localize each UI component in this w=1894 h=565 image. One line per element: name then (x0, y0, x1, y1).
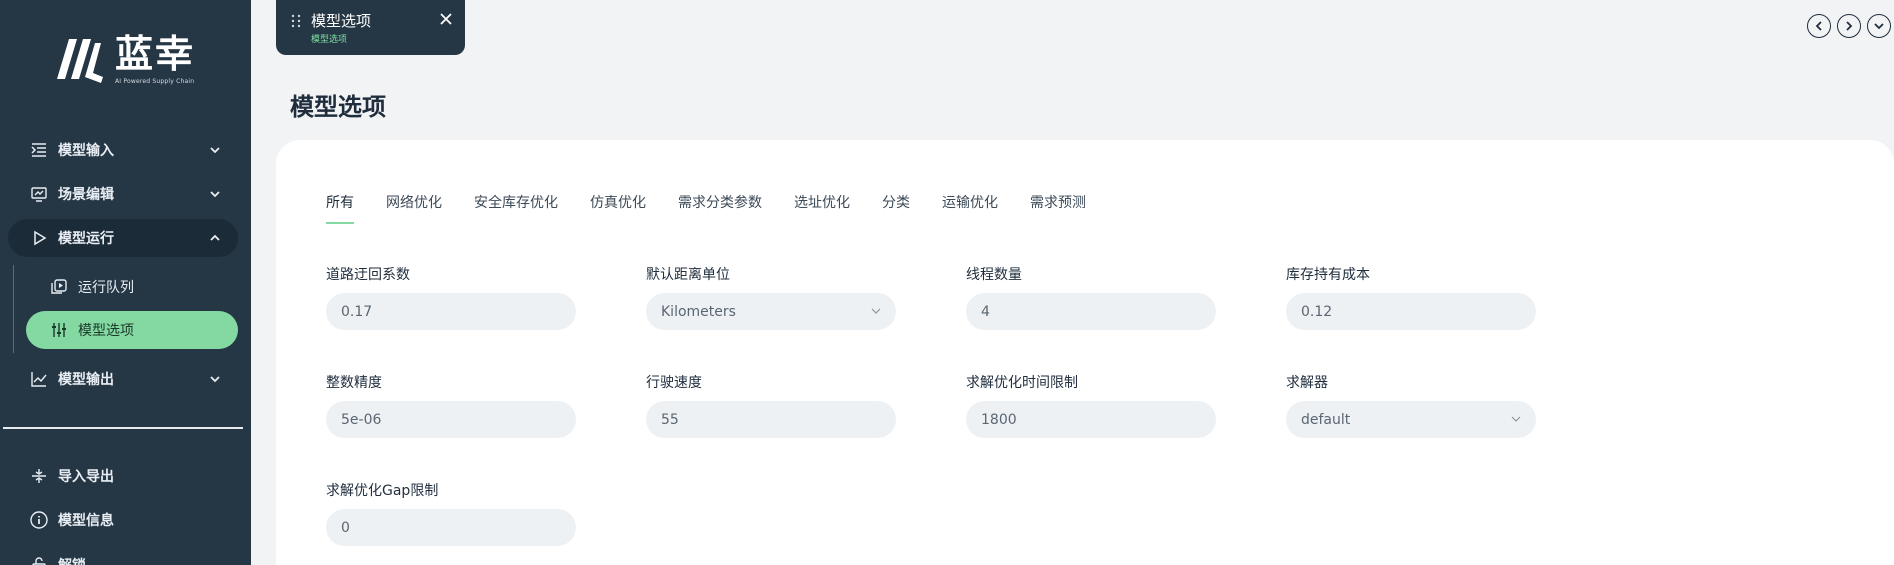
solve-gap-limit-input[interactable]: 0 (326, 509, 576, 546)
field-label: 道路迂回系数 (326, 267, 410, 283)
monitor-chart-icon (30, 185, 48, 203)
tab-safety-stock-optimization[interactable]: 安全库存优化 (474, 192, 558, 212)
page-title: 模型选项 (290, 93, 386, 121)
sidebar-subitem-label: 运行队列 (78, 280, 134, 296)
field-value: 5e-06 (341, 411, 382, 428)
close-icon[interactable] (438, 11, 454, 27)
sidebar-subitem-run-queue[interactable]: 运行队列 (26, 268, 238, 306)
sidebar-item-model-output[interactable]: 模型输出 (8, 360, 238, 398)
options-card: 所有 网络优化 安全库存优化 仿真优化 需求分类参数 选址优化 分类 运输优化 … (276, 140, 1894, 565)
tab-demand-forecast[interactable]: 需求预测 (1030, 192, 1086, 212)
field-thread-count: 线程数量 4 (966, 264, 1216, 330)
chevron-down-icon (1511, 416, 1521, 422)
sidebar-item-model-info[interactable]: 模型信息 (8, 501, 238, 539)
field-value: default (1301, 411, 1351, 428)
sidebar-item-label: 场景编辑 (58, 187, 114, 203)
sidebar-item-label: 导入导出 (58, 469, 114, 485)
sidebar-item-label: 解锁 (58, 555, 86, 565)
solver-select[interactable]: default (1286, 401, 1536, 438)
field-inventory-holding-cost: 库存持有成本 0.12 (1286, 264, 1536, 330)
list-indent-icon (30, 141, 48, 159)
field-label: 库存持有成本 (1286, 267, 1370, 283)
scroll-right-button[interactable] (1837, 14, 1861, 38)
field-value: 55 (661, 411, 679, 428)
chevron-down-icon (210, 191, 220, 198)
field-value: 4 (981, 303, 990, 320)
field-label: 求解优化时间限制 (966, 375, 1078, 391)
chevron-up-icon (210, 234, 220, 241)
tab-network-optimization[interactable]: 网络优化 (386, 192, 442, 212)
field-travel-speed: 行驶速度 55 (646, 372, 896, 438)
scroll-left-button[interactable] (1807, 14, 1831, 38)
chevron-left-icon (1815, 21, 1822, 31)
field-label: 行驶速度 (646, 375, 702, 391)
import-export-icon (30, 467, 48, 485)
field-road-circuity-factor: 道路迂回系数 0.17 (326, 264, 576, 330)
chevron-down-icon (1874, 23, 1884, 30)
line-chart-icon (30, 370, 48, 388)
sidebar-item-unlock[interactable]: 解锁 (8, 546, 238, 565)
sidebar-item-label: 模型信息 (58, 513, 114, 529)
chevron-down-icon (210, 376, 220, 383)
inventory-holding-cost-input[interactable]: 0.12 (1286, 293, 1536, 330)
field-solve-time-limit: 求解优化时间限制 1800 (966, 372, 1216, 438)
chevron-right-icon (1846, 21, 1853, 31)
field-value: 0.12 (1301, 303, 1333, 320)
brand-name: 蓝幸 (115, 31, 196, 76)
field-solve-gap-limit: 求解优化Gap限制 0 (326, 480, 576, 546)
sidebar-item-label: 模型运行 (58, 231, 114, 247)
sidebar-item-model-run[interactable]: 模型运行 (8, 219, 238, 257)
sidebar-subitem-model-options[interactable]: 模型选项 (26, 311, 238, 349)
field-value: Kilometers (661, 303, 736, 320)
tab-demand-classification-params[interactable]: 需求分类参数 (678, 192, 762, 212)
info-icon (30, 511, 48, 529)
submenu-guide-line (13, 265, 14, 353)
field-label: 线程数量 (966, 267, 1022, 283)
sidebar-subitem-label: 模型选项 (78, 323, 134, 339)
road-circuity-factor-input[interactable]: 0.17 (326, 293, 576, 330)
field-label: 整数精度 (326, 375, 382, 391)
play-icon (30, 229, 48, 247)
field-default-distance-unit: 默认距离单位 Kilometers (646, 264, 896, 330)
drag-handle-icon[interactable] (291, 14, 301, 28)
field-value: 1800 (981, 411, 1017, 428)
sidebar-item-label: 模型输出 (58, 372, 114, 388)
tab-all[interactable]: 所有 (326, 192, 354, 224)
tab-simulation-optimization[interactable]: 仿真优化 (590, 192, 646, 212)
queue-icon (50, 278, 68, 296)
sidebar-item-import-export[interactable]: 导入导出 (8, 457, 238, 495)
sidebar-divider (3, 427, 243, 429)
unlock-icon (30, 556, 48, 565)
tab-classification[interactable]: 分类 (882, 192, 910, 212)
field-value: 0 (341, 519, 350, 536)
brand-logo[interactable]: 蓝幸 AI Powered Supply Chain (55, 33, 195, 85)
solve-time-limit-input[interactable]: 1800 (966, 401, 1216, 438)
open-tab-title: 模型选项 (311, 12, 372, 30)
option-category-tabs: 所有 网络优化 安全库存优化 仿真优化 需求分类参数 选址优化 分类 运输优化 … (326, 192, 1118, 224)
field-label: 求解优化Gap限制 (326, 483, 439, 499)
thread-count-input[interactable]: 4 (966, 293, 1216, 330)
tab-site-selection-optimization[interactable]: 选址优化 (794, 192, 850, 212)
logo-mark-icon (57, 39, 103, 83)
open-tab-subtitle: 模型选项 (311, 35, 348, 45)
tabs-dropdown-button[interactable] (1867, 14, 1891, 38)
travel-speed-input[interactable]: 55 (646, 401, 896, 438)
sidebar-item-scene-edit[interactable]: 场景编辑 (8, 175, 238, 213)
sidebar: 蓝幸 AI Powered Supply Chain 模型输入 场景编辑 模型运… (0, 0, 251, 565)
field-value: 0.17 (341, 303, 373, 320)
chevron-down-icon (871, 308, 881, 314)
field-label: 求解器 (1286, 375, 1328, 391)
brand-tagline: AI Powered Supply Chain (115, 77, 195, 85)
sidebar-item-model-input[interactable]: 模型输入 (8, 131, 238, 169)
integer-precision-input[interactable]: 5e-06 (326, 401, 576, 438)
open-tab-model-options[interactable]: 模型选项 模型选项 (276, 0, 465, 55)
sidebar-item-label: 模型输入 (58, 143, 114, 159)
sliders-icon (50, 321, 68, 339)
tab-transport-optimization[interactable]: 运输优化 (942, 192, 998, 212)
chevron-down-icon (210, 147, 220, 154)
field-integer-precision: 整数精度 5e-06 (326, 372, 576, 438)
distance-unit-select[interactable]: Kilometers (646, 293, 896, 330)
field-solver: 求解器 default (1286, 372, 1536, 438)
field-label: 默认距离单位 (646, 267, 730, 283)
